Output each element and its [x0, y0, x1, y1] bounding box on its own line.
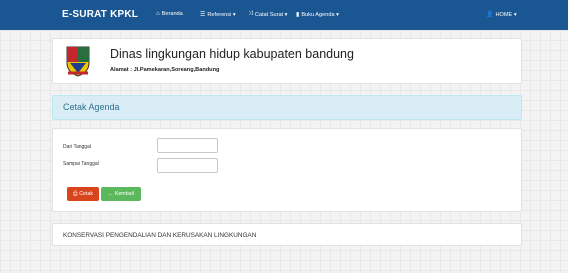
back-button-label: ← Kembali	[108, 191, 134, 197]
section-title: Cetak Agenda	[63, 102, 120, 112]
nav-item-buku-agenda[interactable]: ▮ Buku Agenda ▾	[296, 11, 339, 19]
nav-item-referensi[interactable]: ☰ Referensi ▾	[200, 11, 236, 19]
shuffle-icon: ⤨	[248, 11, 253, 17]
from-date-input[interactable]	[157, 138, 218, 153]
print-button-label: Cetak	[79, 191, 94, 197]
nav-item-beranda[interactable]: ⌂ Beranda	[156, 11, 183, 17]
to-date-label: Sampai Tanggal	[63, 161, 99, 167]
nav-item-catat-surat[interactable]: ⤨ Catat Surat ▾	[248, 11, 287, 18]
page-title: Dinas lingkungan hidup kabupaten bandung	[110, 47, 354, 61]
top-navbar: E-SURAT KPKL ⌂ Beranda ☰ Referensi ▾ ⤨ C…	[0, 0, 568, 30]
from-date-label: Dari Tanggal	[63, 144, 91, 150]
address-text: Alamat : Jl.Pamekaran,Soreang,Bandung	[110, 67, 220, 73]
footer-text: KONSERVASI PENGENDALIAN DAN KERUSAKAN LI…	[63, 232, 257, 239]
nav-item-label: Referensi ▾	[207, 11, 236, 18]
home-icon: ⌂	[156, 11, 160, 17]
footer-panel: KONSERVASI PENGENDALIAN DAN KERUSAKAN LI…	[52, 223, 522, 246]
section-heading: Cetak Agenda	[52, 95, 522, 120]
print-button[interactable]: ⎙ Cetak	[67, 187, 99, 201]
coat-of-arms-logo	[66, 46, 90, 77]
to-date-input[interactable]	[157, 158, 218, 173]
nav-user-label: HOME ▾	[495, 11, 517, 18]
print-icon: ⎙	[72, 190, 78, 197]
brand-logo-text[interactable]: E-SURAT KPKL	[62, 9, 138, 20]
book-icon: ▮	[296, 12, 300, 18]
back-button[interactable]: ← Kembali	[101, 187, 141, 201]
nav-user-menu[interactable]: 👤 HOME ▾	[486, 11, 517, 19]
header-panel: Dinas lingkungan hidup kabupaten bandung…	[52, 38, 522, 84]
nav-item-label: Beranda	[161, 11, 183, 17]
list-icon: ☰	[200, 12, 206, 18]
print-form-panel: Dari Tanggal Sampai Tanggal ⎙ Cetak ← Ke…	[52, 128, 522, 212]
nav-item-label: Catat Surat ▾	[254, 11, 288, 18]
nav-item-label: Buku Agenda ▾	[301, 11, 339, 18]
user-icon: 👤	[486, 12, 494, 18]
